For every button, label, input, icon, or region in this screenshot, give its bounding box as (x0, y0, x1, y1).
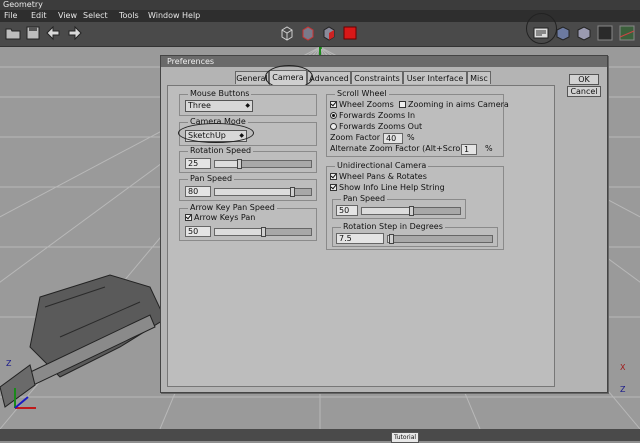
checkbox-icon (330, 173, 337, 180)
forward-arrow-icon[interactable] (67, 25, 83, 41)
axis-label-z: Z (6, 359, 12, 368)
dialog-title: Preferences (161, 56, 607, 67)
radio-icon (330, 123, 337, 130)
arrow-key-pan-speed-label: Arrow Key Pan Speed (188, 203, 277, 213)
camera-tab-content: Mouse Buttons Three ◆ Camera Mode SketchU… (167, 85, 555, 387)
arrow-keys-pan-label: Arrow Keys Pan (194, 213, 256, 222)
menu-window[interactable]: Window (148, 10, 180, 22)
menu-edit[interactable]: Edit (31, 10, 47, 22)
tab-misc[interactable]: Misc (467, 71, 491, 84)
alt-zoom-percent: % (485, 144, 493, 153)
menu-help[interactable]: Help (182, 10, 200, 22)
rotation-speed-field[interactable]: 25 (185, 158, 211, 169)
axis-gizmo (14, 388, 36, 409)
alt-zoom-factor-label: Alternate Zoom Factor (Alt+Scroll) (330, 144, 468, 153)
rotation-step-field[interactable]: 7.5 (336, 233, 384, 244)
checkbox-icon (185, 214, 192, 221)
forwards-zooms-in-label: Forwards Zooms In (339, 111, 416, 120)
rotation-step-label: Rotation Step in Degrees (341, 222, 445, 232)
preferences-dialog: Preferences General Camera Advanced Cons… (160, 55, 608, 393)
zooming-aims-camera-label: Zooming in aims Camera (408, 100, 509, 109)
rotation-step-group: Rotation Step in Degrees 7.5 (332, 222, 498, 247)
arrow-key-speed-field[interactable]: 50 (185, 226, 211, 237)
menu-view[interactable]: View (58, 10, 77, 22)
rotation-speed-group: Rotation Speed 25 (179, 146, 317, 173)
pan-speed-slider[interactable] (214, 187, 312, 197)
pan-speed-field[interactable]: 80 (185, 186, 211, 197)
pan-speed-label: Pan Speed (188, 174, 235, 184)
forwards-zooms-in-radio[interactable]: Forwards Zooms In (330, 111, 415, 121)
axis-label-y: Y (319, 47, 324, 52)
scroll-wheel-group: Scroll Wheel Wheel Zooms Zooming in aims… (326, 89, 509, 157)
rotation-speed-slider[interactable] (214, 159, 312, 169)
box-icon[interactable] (576, 25, 592, 41)
checkbox-icon (330, 101, 337, 108)
unidirectional-pan-speed-slider[interactable] (361, 206, 461, 216)
scroll-wheel-label: Scroll Wheel (335, 89, 389, 99)
pan-speed-group: Pan Speed 80 (179, 174, 317, 201)
zooming-aims-camera-checkbox[interactable]: Zooming in aims Camera (399, 100, 509, 110)
shaded-cube-icon[interactable] (300, 25, 316, 41)
unidirectional-pan-speed-group: Pan Speed 50 (332, 194, 466, 219)
toolbar (0, 13, 640, 47)
mouse-buttons-label: Mouse Buttons (188, 89, 252, 99)
mouse-buttons-value: Three (188, 101, 211, 110)
zoom-factor-field[interactable]: 40 (383, 133, 403, 144)
window-title: Geometry (0, 0, 640, 10)
axis-label-z-right: Z (620, 385, 626, 394)
menu-select[interactable]: Select (83, 10, 108, 22)
ok-button[interactable]: OK (569, 74, 599, 85)
tab-general[interactable]: General (235, 71, 269, 84)
wheel-zooms-checkbox[interactable]: Wheel Zooms (330, 100, 394, 110)
rotation-step-slider[interactable] (387, 234, 493, 244)
tab-advanced[interactable]: Advanced (307, 71, 351, 84)
solid-red-cube-icon[interactable] (342, 25, 358, 41)
open-icon[interactable] (5, 25, 21, 41)
wheel-pans-rotates-checkbox[interactable]: Wheel Pans & Rotates (330, 172, 427, 182)
unidirectional-pan-speed-label: Pan Speed (341, 194, 388, 204)
unidirectional-camera-group: Unidirectional Camera Wheel Pans & Rotat… (326, 161, 504, 250)
wheel-zooms-label: Wheel Zooms (339, 100, 394, 109)
menu-file[interactable]: File (4, 10, 17, 22)
menu-tools[interactable]: Tools (119, 10, 139, 22)
arrow-key-speed-slider[interactable] (214, 227, 312, 237)
dropdown-arrow-icon: ◆ (245, 102, 250, 109)
alt-zoom-factor-field[interactable]: 1 (461, 144, 477, 155)
axis-label-x: X (620, 363, 626, 372)
tab-user-interface[interactable]: User Interface (403, 71, 467, 84)
highlight-circle-camera-mode (178, 123, 254, 143)
shaded-box-icon[interactable] (555, 25, 571, 41)
ground-icon[interactable] (619, 25, 635, 41)
back-arrow-icon[interactable] (45, 25, 61, 41)
forwards-zooms-out-label: Forwards Zooms Out (339, 122, 423, 131)
wheel-pans-rotates-label: Wheel Pans & Rotates (339, 172, 427, 181)
save-icon[interactable] (25, 25, 41, 41)
tutorial-tooltip[interactable]: Tutorial (391, 432, 420, 443)
red-cube-icon[interactable] (321, 25, 337, 41)
forwards-zooms-out-radio[interactable]: Forwards Zooms Out (330, 122, 422, 132)
radio-icon (330, 112, 337, 119)
tab-constraints[interactable]: Constraints (351, 71, 403, 84)
zoom-factor-percent: % (407, 133, 415, 142)
cancel-button[interactable]: Cancel (567, 86, 601, 97)
status-bar (0, 429, 640, 441)
checkbox-icon (330, 184, 337, 191)
wireframe-cube-icon[interactable] (279, 25, 295, 41)
unidirectional-pan-speed-field[interactable]: 50 (336, 205, 358, 216)
mouse-buttons-group: Mouse Buttons Three ◆ (179, 89, 317, 116)
rotation-speed-label: Rotation Speed (188, 146, 254, 156)
grid-icon[interactable] (597, 25, 613, 41)
checkbox-icon (399, 101, 406, 108)
show-info-line-label: Show Info Line Help String (339, 183, 445, 192)
mouse-buttons-select[interactable]: Three ◆ (185, 100, 253, 112)
zoom-factor-label: Zoom Factor (330, 133, 381, 142)
show-info-line-checkbox[interactable]: Show Info Line Help String (330, 183, 445, 193)
arrow-keys-pan-checkbox[interactable]: Arrow Keys Pan (185, 213, 255, 223)
unidirectional-camera-label: Unidirectional Camera (335, 161, 429, 171)
preferences-icon[interactable] (533, 25, 549, 41)
arrow-key-pan-speed-group: Arrow Key Pan Speed Arrow Keys Pan 50 (179, 203, 317, 241)
